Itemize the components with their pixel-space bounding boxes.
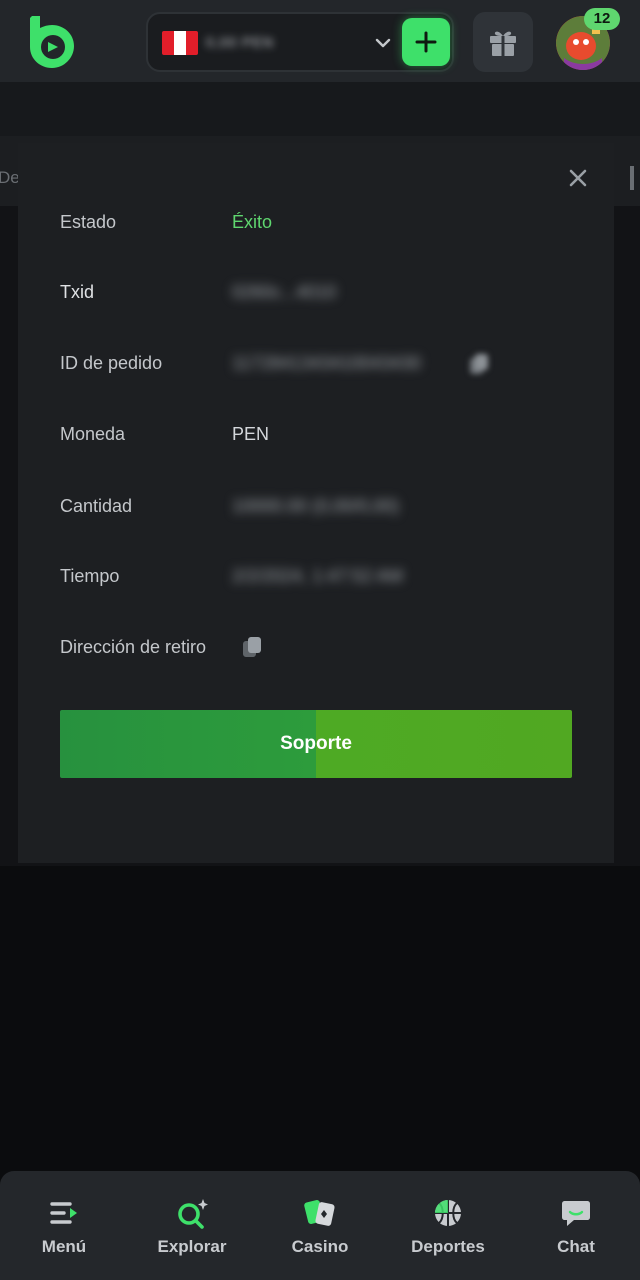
balance-amount: 0,00 PEN	[206, 34, 274, 50]
txid-value[interactable]: 0260c...4010	[232, 282, 336, 303]
basketball-icon	[435, 1200, 461, 1226]
cards-icon	[304, 1200, 335, 1226]
notification-badge[interactable]: 12	[584, 8, 620, 30]
amount-value: 10000.00 (0,00/0,00)	[232, 496, 400, 516]
background-divider	[630, 166, 634, 190]
chevron-down-icon[interactable]	[374, 34, 392, 52]
balance-selector[interactable]: 0,00 PEN	[146, 12, 454, 72]
nav-item-sports[interactable]: Deportes	[393, 1171, 503, 1280]
plus-icon	[415, 31, 437, 53]
order-id-value: 1172841343410043430	[232, 353, 421, 373]
nav-label-menu: Menú	[41, 1237, 87, 1256]
background-tab-text: De	[0, 168, 20, 187]
page: 0,00 PEN 12 De Estado Éxito Txid 0260c..…	[0, 0, 640, 1280]
time-value: 2/2/2024, 1:47:52 AM	[232, 566, 404, 586]
nav-label-casino: Casino	[291, 1237, 349, 1256]
order-id-label: ID de pedido	[60, 353, 163, 373]
withdraw-address-label: Dirección de retiro	[60, 637, 207, 657]
bottom-navigation: Menú Explorar Casino Deportes Chat	[0, 1171, 640, 1280]
support-button[interactable]: Soporte	[60, 710, 572, 778]
nav-label-sports: Deportes	[411, 1237, 485, 1256]
amount-label: Cantidad	[60, 496, 133, 516]
nav-label-explore: Explorar	[157, 1237, 227, 1256]
status-label: Estado	[60, 212, 117, 232]
bc-logo-icon[interactable]	[26, 14, 76, 70]
search-sparkle-icon	[178, 1199, 208, 1229]
chat-icon	[562, 1201, 590, 1226]
gift-button[interactable]	[473, 12, 533, 72]
nav-label-chat: Chat	[557, 1237, 595, 1256]
deposit-button[interactable]	[402, 18, 450, 66]
nav-item-explore[interactable]: Explorar	[137, 1171, 247, 1280]
status-value: Éxito	[232, 212, 273, 232]
nav-item-menu[interactable]: Menú	[9, 1171, 119, 1280]
gift-icon	[490, 31, 516, 56]
background-bar	[0, 82, 640, 136]
txid-label: Txid	[60, 282, 95, 302]
peru-flag-icon	[162, 31, 198, 55]
top-header: 0,00 PEN 12	[0, 0, 640, 82]
time-label: Tiempo	[60, 566, 120, 586]
currency-value: PEN	[232, 424, 270, 444]
copy-icon[interactable]	[241, 635, 263, 659]
nav-item-casino[interactable]: Casino	[265, 1171, 375, 1280]
close-icon[interactable]	[566, 166, 590, 190]
nav-item-chat[interactable]: Chat	[521, 1171, 631, 1280]
currency-label: Moneda	[60, 424, 126, 444]
copy-icon[interactable]	[468, 352, 490, 376]
menu-icon	[50, 1202, 77, 1224]
